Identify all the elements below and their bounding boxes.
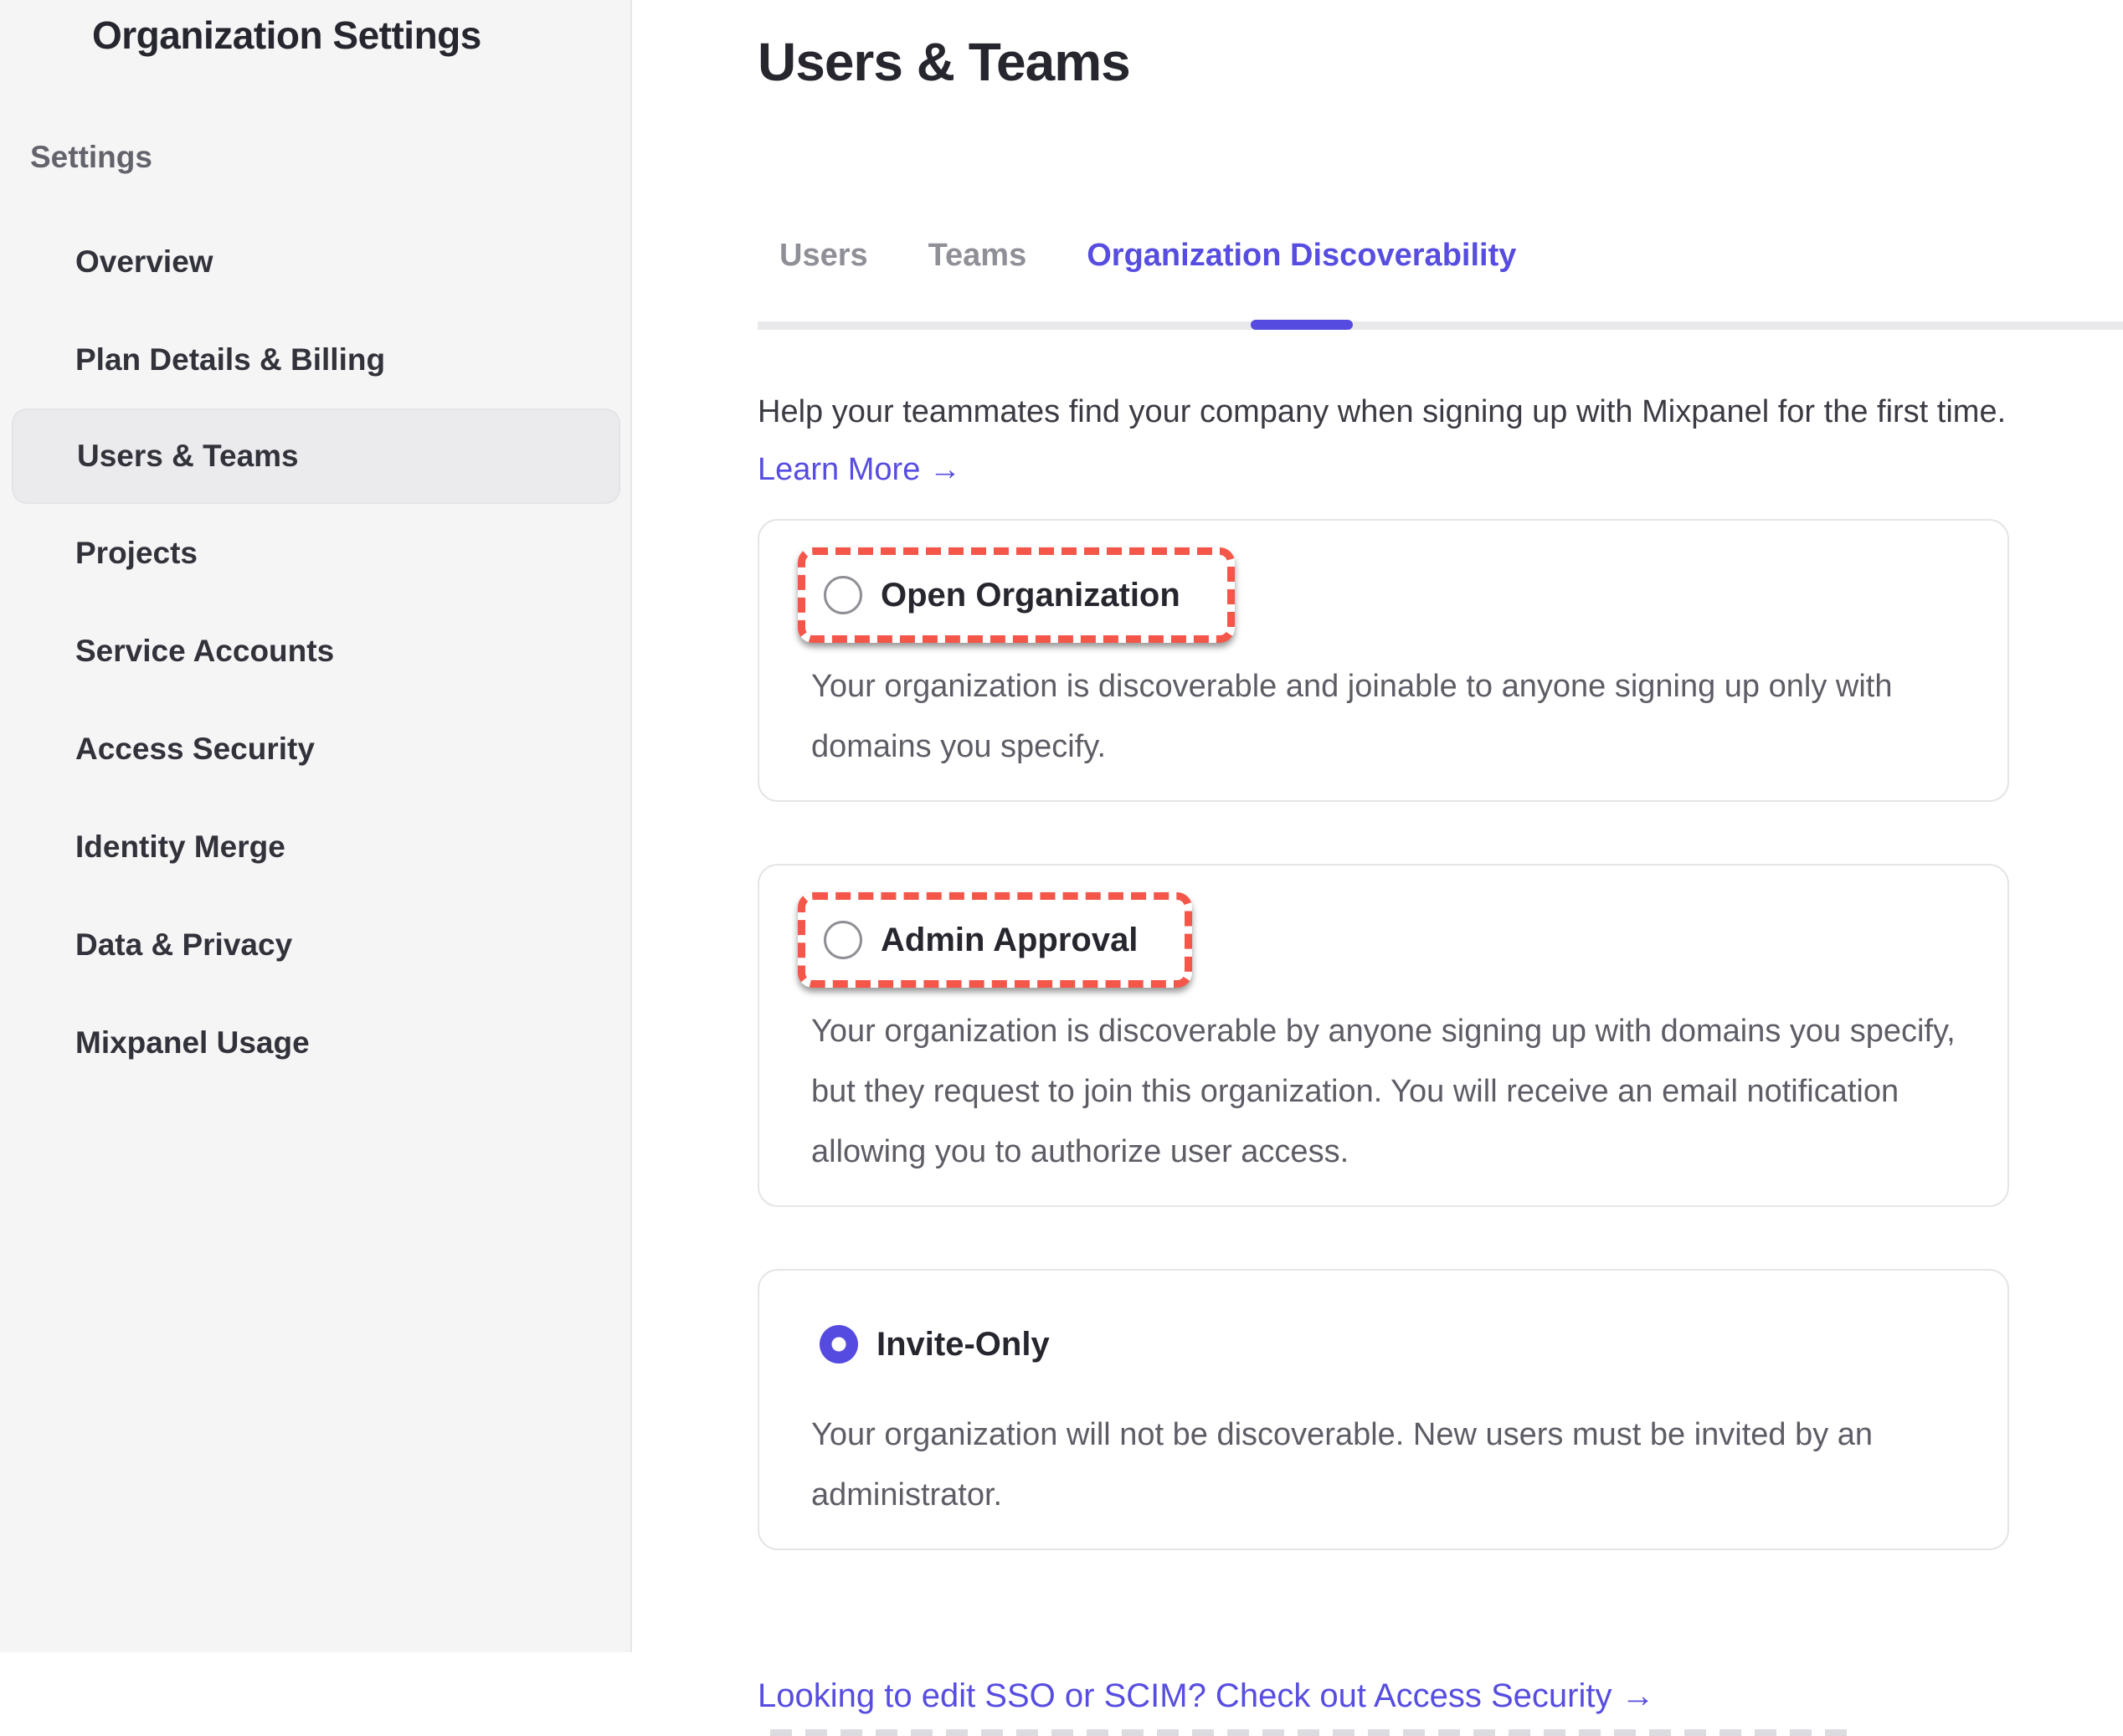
main-content: Users & Teams Users Teams Organization D…	[632, 0, 2123, 1652]
sidebar-nav: Overview Plan Details & Billing Users & …	[0, 213, 630, 1091]
red-annotation-box-admin-approval: Admin Approval	[798, 892, 1192, 988]
sidebar-item-service-accounts[interactable]: Service Accounts	[0, 602, 630, 700]
option-label-invite-only: Invite-Only	[876, 1324, 1050, 1364]
sidebar-item-plan-details-billing[interactable]: Plan Details & Billing	[0, 311, 630, 408]
sidebar-item-identity-merge[interactable]: Identity Merge	[0, 798, 630, 896]
option-card-invite-only: Invite-Only Your organization will not b…	[758, 1269, 2009, 1550]
tab-users[interactable]: Users	[779, 236, 868, 321]
tab-organization-discoverability[interactable]: Organization Discoverability	[1087, 236, 1516, 321]
sidebar-item-overview[interactable]: Overview	[0, 213, 630, 311]
tab-teams[interactable]: Teams	[928, 236, 1027, 321]
sidebar-item-access-security[interactable]: Access Security	[0, 700, 630, 798]
option-card-open-organization: Open Organization Your organization is d…	[758, 519, 2009, 802]
radio-open-organization[interactable]	[824, 576, 862, 614]
option-label-open-organization: Open Organization	[881, 575, 1180, 615]
sidebar-item-mixpanel-usage[interactable]: Mixpanel Usage	[0, 994, 630, 1091]
sidebar-item-projects[interactable]: Projects	[0, 504, 630, 602]
intro-text: Help your teammates find your company wh…	[758, 390, 2123, 434]
tab-bar: Users Teams Organization Discoverability	[758, 236, 2123, 330]
page-title: Users & Teams	[758, 30, 2123, 94]
choice-row-invite-only: Invite-Only	[811, 1297, 1957, 1391]
access-security-link[interactable]: Looking to edit SSO or SCIM? Check out A…	[758, 1676, 1655, 1716]
option-description-open-organization: Your organization is discoverable and jo…	[811, 656, 1957, 777]
option-description-admin-approval: Your organization is discoverable by any…	[811, 1001, 1957, 1182]
option-label-admin-approval: Admin Approval	[881, 920, 1138, 960]
red-annotation-box-open-organization: Open Organization	[798, 547, 1235, 643]
sidebar-section-label: Settings	[30, 139, 630, 176]
option-card-admin-approval: Admin Approval Your organization is disc…	[758, 864, 2009, 1207]
sidebar-title: Organization Settings	[92, 12, 630, 59]
radio-invite-only[interactable]	[820, 1325, 858, 1364]
sidebar-item-users-teams[interactable]: Users & Teams	[12, 408, 620, 504]
learn-more-link[interactable]: Learn More →	[758, 450, 961, 489]
option-description-invite-only: Your organization will not be discoverab…	[811, 1405, 1957, 1525]
radio-admin-approval[interactable]	[824, 921, 862, 959]
cutoff-partial-element	[770, 1729, 1852, 1736]
sidebar-item-data-privacy[interactable]: Data & Privacy	[0, 896, 630, 994]
discoverability-options: Open Organization Your organization is d…	[758, 519, 2123, 1550]
sidebar: Organization Settings Settings Overview …	[0, 0, 632, 1652]
